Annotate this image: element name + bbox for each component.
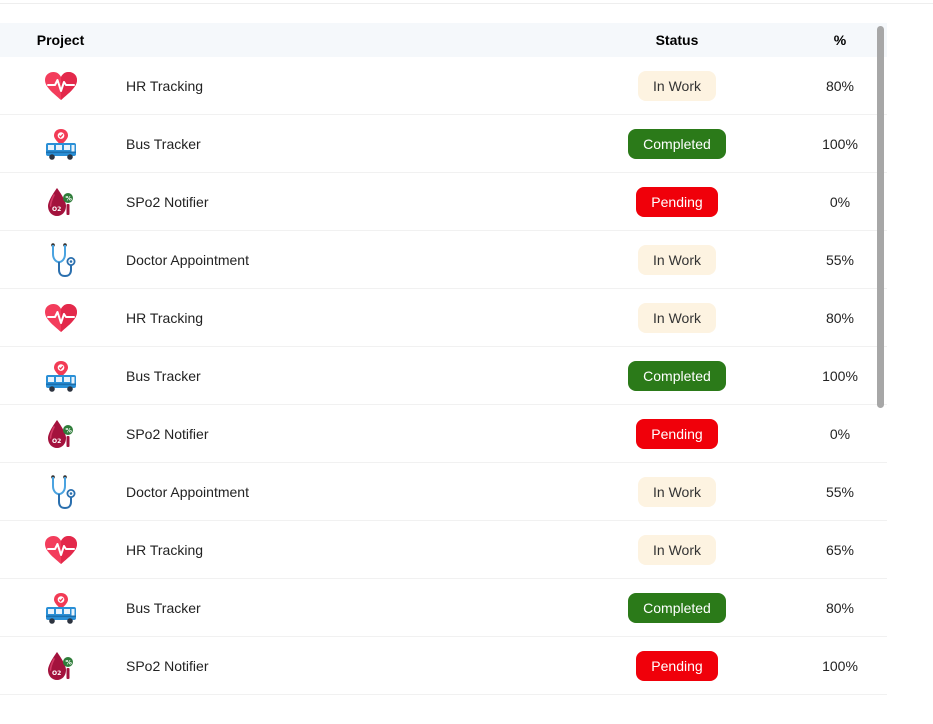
stethoscope-icon — [46, 242, 76, 278]
column-header-percent[interactable]: % — [793, 32, 887, 48]
status-cell: Pending — [561, 650, 793, 681]
project-name: SPo2 Notifier — [126, 193, 209, 210]
project-icon-cell: O2% — [0, 417, 121, 451]
progress-percent: 80% — [825, 309, 855, 326]
bus-tracker-icon — [44, 127, 78, 161]
project-icon-cell: O2% — [0, 185, 121, 219]
table-row[interactable]: Bus Tracker Completed 80% — [0, 579, 887, 637]
progress-percent: 80% — [825, 599, 855, 616]
project-name: Doctor Appointment — [126, 483, 249, 500]
progress-percent: 55% — [825, 483, 855, 500]
project-name: Bus Tracker — [126, 599, 201, 616]
project-icon-cell — [0, 474, 121, 510]
status-badge: In Work — [638, 302, 716, 333]
table-row[interactable]: Doctor Appointment In Work 55% — [0, 463, 887, 521]
heart-rate-icon — [44, 303, 78, 333]
status-cell: In Work — [561, 70, 793, 101]
project-name: HR Tracking — [126, 309, 204, 326]
table-row[interactable]: HR Tracking In Work 65% — [0, 521, 887, 579]
svg-text:%: % — [65, 426, 72, 434]
progress-percent: 80% — [825, 77, 855, 94]
status-badge: Pending — [636, 418, 718, 449]
spo2-drop-icon: O2% — [46, 185, 76, 219]
status-cell: In Work — [561, 476, 793, 507]
heart-rate-icon — [44, 71, 78, 101]
table-row[interactable]: HR Tracking In Work 80% — [0, 57, 887, 115]
project-name: Bus Tracker — [126, 135, 201, 152]
bus-tracker-icon — [44, 591, 78, 625]
project-icon-cell — [0, 303, 121, 333]
project-name: SPo2 Notifier — [126, 425, 209, 442]
status-badge: Completed — [628, 592, 726, 623]
table-row[interactable]: Bus Tracker Completed 100% — [0, 347, 887, 405]
top-divider — [0, 0, 933, 4]
project-icon-cell — [0, 591, 121, 625]
table-row[interactable]: O2% SPo2 Notifier Pending 0% — [0, 405, 887, 463]
spo2-drop-icon: O2% — [46, 417, 76, 451]
status-badge: Pending — [636, 650, 718, 681]
bus-tracker-icon — [44, 359, 78, 393]
project-icon-cell — [0, 359, 121, 393]
table-row[interactable]: Bus Tracker Completed 100% — [0, 115, 887, 173]
table-row[interactable]: HR Tracking In Work 80% — [0, 289, 887, 347]
heart-rate-icon — [44, 535, 78, 565]
svg-text:O2: O2 — [52, 438, 61, 445]
table-row[interactable]: O2% SPo2 Notifier Pending 100% — [0, 637, 887, 695]
vertical-scrollbar[interactable] — [877, 26, 884, 408]
project-icon-cell — [0, 71, 121, 101]
status-badge: Pending — [636, 186, 718, 217]
status-badge: In Work — [638, 244, 716, 275]
status-cell: In Work — [561, 302, 793, 333]
progress-percent: 100% — [822, 367, 858, 384]
project-name: HR Tracking — [126, 541, 204, 558]
status-badge: Completed — [628, 360, 726, 391]
table-body: HR Tracking In Work 80% Bus Tracker Comp… — [0, 57, 887, 695]
status-badge: In Work — [638, 70, 716, 101]
svg-text:%: % — [65, 194, 72, 202]
status-cell: Completed — [561, 360, 793, 391]
progress-percent: 0% — [829, 193, 851, 210]
status-cell: Completed — [561, 592, 793, 623]
project-icon-cell — [0, 535, 121, 565]
svg-text:O2: O2 — [52, 670, 61, 677]
projects-table: Project Status % HR Tracking In Work 80%… — [0, 23, 887, 703]
table-row[interactable]: O2% SPo2 Notifier Pending 0% — [0, 173, 887, 231]
status-cell: Pending — [561, 186, 793, 217]
progress-percent: 65% — [825, 541, 855, 558]
project-name: HR Tracking — [126, 77, 204, 94]
status-badge: Completed — [628, 128, 726, 159]
svg-text:O2: O2 — [52, 206, 61, 213]
status-cell: Pending — [561, 418, 793, 449]
progress-percent: 100% — [822, 657, 858, 674]
status-cell: In Work — [561, 244, 793, 275]
table-row[interactable]: Doctor Appointment In Work 55% — [0, 231, 887, 289]
column-header-project[interactable]: Project — [0, 32, 121, 48]
status-badge: In Work — [638, 534, 716, 565]
stethoscope-icon — [46, 474, 76, 510]
progress-percent: 0% — [829, 425, 851, 442]
spo2-drop-icon: O2% — [46, 649, 76, 683]
progress-percent: 55% — [825, 251, 855, 268]
svg-text:%: % — [65, 658, 72, 666]
status-cell: In Work — [561, 534, 793, 565]
project-name: Bus Tracker — [126, 367, 201, 384]
column-header-status[interactable]: Status — [561, 32, 793, 48]
progress-percent: 100% — [822, 135, 858, 152]
project-name: Doctor Appointment — [126, 251, 249, 268]
project-icon-cell — [0, 127, 121, 161]
table-header: Project Status % — [0, 23, 887, 57]
project-icon-cell: O2% — [0, 649, 121, 683]
project-icon-cell — [0, 242, 121, 278]
status-cell: Completed — [561, 128, 793, 159]
status-badge: In Work — [638, 476, 716, 507]
project-name: SPo2 Notifier — [126, 657, 209, 674]
